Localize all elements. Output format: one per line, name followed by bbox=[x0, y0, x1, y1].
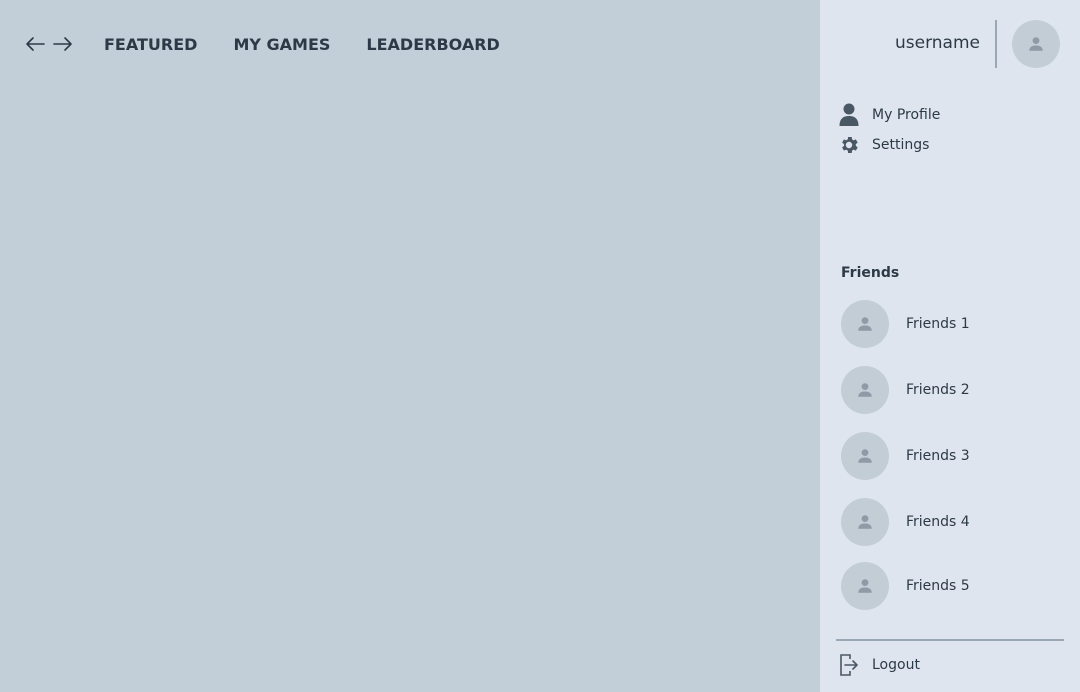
friend-name: Friends 4 bbox=[906, 514, 970, 530]
logout-button[interactable]: Logout bbox=[838, 652, 920, 678]
tab-featured[interactable]: FEATURED bbox=[104, 35, 197, 54]
main-tabs: FEATURED MY GAMES LEADERBOARD bbox=[104, 35, 536, 54]
menu-item-my-profile[interactable]: My Profile bbox=[838, 100, 940, 130]
friend-avatar bbox=[841, 300, 889, 348]
friend-item[interactable]: Friends 3 bbox=[841, 432, 970, 480]
user-header: username bbox=[820, 0, 1080, 88]
person-icon bbox=[858, 383, 872, 397]
gear-icon bbox=[838, 133, 860, 157]
menu-item-label: Settings bbox=[872, 137, 930, 153]
friend-avatar bbox=[841, 366, 889, 414]
main-content-area bbox=[0, 88, 820, 692]
back-button[interactable] bbox=[22, 32, 48, 56]
forward-button[interactable] bbox=[50, 32, 76, 56]
menu-item-label: My Profile bbox=[872, 107, 941, 123]
top-nav-bar: FEATURED MY GAMES LEADERBOARD bbox=[0, 0, 820, 88]
person-icon bbox=[858, 317, 872, 331]
friend-item[interactable]: Friends 5 bbox=[841, 562, 970, 610]
person-icon bbox=[858, 515, 872, 529]
logout-divider bbox=[836, 639, 1064, 641]
friends-list: Friends 1 Friends 2 Friends 3 Friends 4 … bbox=[841, 300, 970, 610]
friend-item[interactable]: Friends 4 bbox=[841, 498, 970, 546]
friend-name: Friends 2 bbox=[906, 382, 970, 398]
friend-avatar bbox=[841, 432, 889, 480]
user-side-panel: username My Profile Settings Friends Fri… bbox=[820, 0, 1080, 692]
friend-name: Friends 5 bbox=[906, 578, 970, 594]
user-menu: My Profile Settings bbox=[838, 100, 940, 160]
friend-avatar bbox=[841, 498, 889, 546]
friend-name: Friends 3 bbox=[906, 448, 970, 464]
tab-my-games[interactable]: MY GAMES bbox=[233, 35, 330, 54]
logout-label: Logout bbox=[872, 657, 920, 673]
user-avatar[interactable] bbox=[1012, 20, 1060, 68]
arrow-left-icon bbox=[26, 37, 45, 51]
friends-heading: Friends bbox=[841, 265, 900, 281]
menu-item-settings[interactable]: Settings bbox=[838, 130, 940, 160]
history-nav bbox=[22, 32, 76, 56]
person-icon bbox=[838, 103, 860, 127]
tab-leaderboard[interactable]: LEADERBOARD bbox=[366, 35, 499, 54]
friend-name: Friends 1 bbox=[906, 316, 970, 332]
person-icon bbox=[858, 579, 872, 593]
friend-avatar bbox=[841, 562, 889, 610]
logout-icon bbox=[838, 653, 860, 677]
friend-item[interactable]: Friends 2 bbox=[841, 366, 970, 414]
friend-item[interactable]: Friends 1 bbox=[841, 300, 970, 348]
username-label[interactable]: username bbox=[895, 33, 980, 53]
person-icon bbox=[858, 449, 872, 463]
arrow-right-icon bbox=[53, 37, 72, 51]
person-icon bbox=[1029, 37, 1043, 51]
user-divider bbox=[995, 20, 997, 68]
